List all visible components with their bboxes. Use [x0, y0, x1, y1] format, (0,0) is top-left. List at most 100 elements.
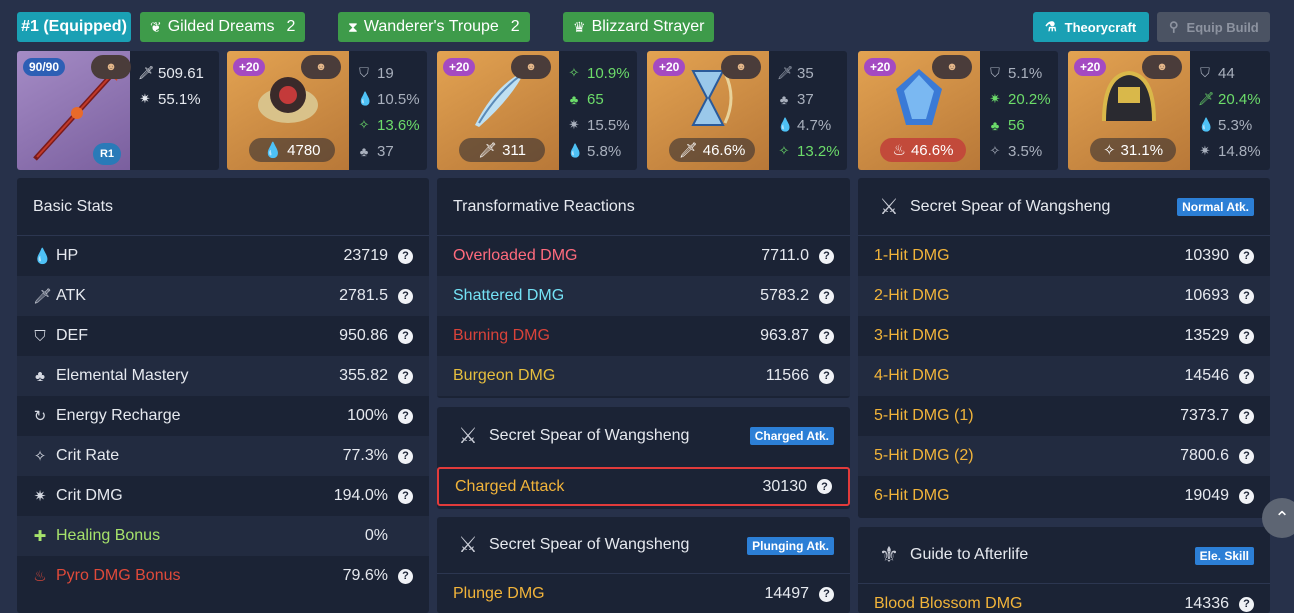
help-icon[interactable]: ? [819, 288, 834, 304]
help-icon[interactable]: ? [398, 448, 413, 464]
avatar: ☻ [721, 55, 761, 79]
crit-dmg-icon: ✷ [568, 117, 580, 132]
substat: ⛉ 44 [1198, 60, 1261, 86]
weapon-stats: 🗡 509.61 ✷ 55.1% [138, 60, 204, 112]
artifact-card-circlet[interactable]: +20 ☻ ✧ 31.1% ⛉ 44 🗡 20.4% 💧 5.3% ✷ 14.8% [1068, 51, 1270, 170]
charged-attack-row[interactable]: Charged Attack 30130? [437, 467, 850, 506]
help-icon[interactable]: ? [398, 488, 413, 504]
pyro-icon: ♨ [33, 568, 47, 585]
em-icon: ♣ [779, 91, 789, 107]
crit-dmg-icon: ✷ [1199, 143, 1211, 158]
crit-rate-icon: ✧ [1102, 142, 1116, 159]
reaction-row-burgeon: Burgeon DMG 11566? [437, 356, 850, 396]
artifact-card-flower[interactable]: +20 ☻ 💧 4780 ⛉ 19 💧 10.5% ✧ 13.6% ♣ 37 [227, 51, 427, 170]
blood-blossom-row: Blood Blossom DMG 14336? [858, 584, 1270, 613]
help-icon[interactable]: ? [398, 368, 413, 384]
theorycraft-button[interactable]: ⚗ Theorycraft [1033, 12, 1149, 42]
attack-type-tag: Ele. Skill [1194, 547, 1254, 565]
help-icon[interactable]: ? [1239, 408, 1254, 424]
artifact-main-stat: ♨ 46.6% [880, 138, 966, 162]
help-icon[interactable]: ? [1239, 488, 1254, 504]
panel-title: ⚔ Secret Spear of Wangsheng Charged Atk. [437, 407, 850, 465]
reaction-row-overloaded: Overloaded DMG 7711.0? [437, 236, 850, 276]
attack-type-tag: Normal Atk. [1177, 198, 1254, 216]
help-icon[interactable]: ? [398, 568, 413, 584]
substat: ✧ 10.9% [568, 64, 630, 82]
energy-recharge-icon: ↻ [33, 408, 47, 425]
help-icon[interactable]: ? [398, 408, 413, 424]
set-bonus-gilded-dreams[interactable]: ❦ Gilded Dreams 2 [140, 12, 306, 42]
stat-row-pyro: ♨ Pyro DMG Bonus 79.6%? [17, 556, 429, 596]
em-icon: ♣ [990, 117, 1000, 133]
help-icon[interactable]: ? [1239, 596, 1254, 612]
crit-rate-icon: ✧ [358, 117, 370, 132]
substat: ✧ 13.2% [778, 142, 840, 160]
help-icon[interactable]: ? [1239, 368, 1254, 384]
set-name: Blizzard Strayer [591, 18, 705, 35]
stat-row-def: ⛉ DEF 950.86? [17, 316, 429, 356]
pyro-icon: ♨ [892, 142, 906, 159]
normal-attack-panel: ⚔ Secret Spear of Wangsheng Normal Atk. … [858, 178, 1270, 518]
hit-row: 3-Hit DMG 13529? [858, 316, 1270, 356]
sword-icon: 🗡 [138, 65, 155, 80]
help-icon[interactable]: ? [819, 368, 834, 384]
artifact-card-plume[interactable]: +20 ☻ 🗡 311 ✧ 10.9% ♣ 65 ✷ 15.5% 💧 5.8% [437, 51, 637, 170]
help-icon[interactable]: ? [819, 586, 834, 602]
artifact-level: +20 [864, 58, 897, 76]
weapon-card[interactable]: 90/90 ☻ R1 🗡 509.61 ✷ 55.1% [17, 51, 219, 170]
help-icon[interactable]: ? [817, 479, 832, 494]
set-bonus-wanderers-troupe[interactable]: ⧗ Wanderer's Troupe 2 [338, 12, 530, 42]
weapon-level-badge: 90/90 [23, 58, 66, 76]
hp-percent-icon: 💧 [567, 143, 584, 158]
avatar: ☻ [932, 55, 972, 79]
def-icon: ⛉ [990, 65, 1000, 80]
crit-dmg-icon: ✷ [989, 91, 1001, 106]
build-equipped-badge[interactable]: #1 (Equipped) [17, 12, 131, 42]
stat-row-crit-rate: ✧ Crit Rate 77.3%? [17, 436, 429, 476]
equip-build-button[interactable]: ⚲ Equip Build [1157, 12, 1270, 42]
substat: ✧ 13.6% [358, 116, 420, 134]
substat: ✷ 14.8% [1199, 142, 1261, 160]
help-icon[interactable]: ? [398, 288, 413, 304]
spear-icon: ⚔ [458, 423, 478, 448]
atk-icon: 🗡 [1198, 91, 1215, 106]
help-icon[interactable]: ? [398, 248, 413, 264]
artifact-card-sands[interactable]: +20 ☻ 🗡 46.6% 🗡 35 ♣ 37 💧 4.7% ✧ 13.2% [647, 51, 847, 170]
substat: 💧 10.5% [357, 90, 420, 108]
hit-row: 5-Hit DMG (1) 7373.7? [858, 396, 1270, 436]
substat: 💧 5.3% [1198, 116, 1253, 134]
scroll-to-top-button[interactable]: ⌃ [1262, 498, 1294, 538]
weapon-crit-dmg: ✷ 55.1% [139, 90, 201, 108]
elemental-skill-panel: ⚜ Guide to Afterlife Ele. Skill Blood Bl… [858, 527, 1270, 613]
panel-title: ⚔ Secret Spear of Wangsheng Plunging Atk… [437, 517, 850, 574]
artifact-main-stat: 💧 4780 [249, 138, 335, 162]
atk-icon: 🗡 [777, 65, 794, 80]
avatar: ☻ [301, 55, 341, 79]
help-icon[interactable]: ? [1239, 288, 1254, 304]
attack-type-tag: Plunging Atk. [747, 537, 834, 555]
artifact-substats: ⛉ 44 🗡 20.4% 💧 5.3% ✷ 14.8% [1198, 60, 1261, 164]
help-icon[interactable]: ? [819, 248, 834, 264]
help-icon[interactable]: ? [398, 328, 413, 344]
em-icon: ♣ [35, 367, 45, 385]
chevron-up-icon: ⌃ [1274, 507, 1290, 528]
spear-icon: ⚔ [458, 532, 478, 557]
help-icon[interactable]: ? [1239, 328, 1254, 344]
plunging-attack-panel: ⚔ Secret Spear of Wangsheng Plunging Atk… [437, 517, 850, 613]
hp-icon: 💧 [33, 248, 52, 265]
help-icon[interactable]: ? [1239, 448, 1254, 464]
substat: 🗡 35 [777, 64, 814, 82]
equip-build-label: Equip Build [1186, 19, 1259, 35]
help-icon[interactable]: ? [1239, 248, 1254, 264]
crit-rate-icon: ✧ [778, 143, 790, 158]
help-icon[interactable]: ? [819, 328, 834, 344]
butterfly-icon: ⚜ [879, 542, 899, 567]
set-bonus-blizzard-strayer[interactable]: ♛ Blizzard Strayer [563, 12, 715, 42]
artifact-card-goblet[interactable]: +20 ☻ ♨ 46.6% ⛉ 5.1% ✷ 20.2% ♣ 56 ✧ 3.5% [858, 51, 1058, 170]
hp-icon: 💧 [263, 142, 283, 159]
reaction-row-shattered: Shattered DMG 5783.2? [437, 276, 850, 316]
build-header: #1 (Equipped) ❦ Gilded Dreams 2 ⧗ Wander… [17, 12, 1270, 42]
transformative-reactions-panel: Transformative Reactions Overloaded DMG … [437, 178, 850, 398]
stat-row-er: ↻ Energy Recharge 100%? [17, 396, 429, 436]
healing-icon: ✚ [33, 528, 47, 545]
